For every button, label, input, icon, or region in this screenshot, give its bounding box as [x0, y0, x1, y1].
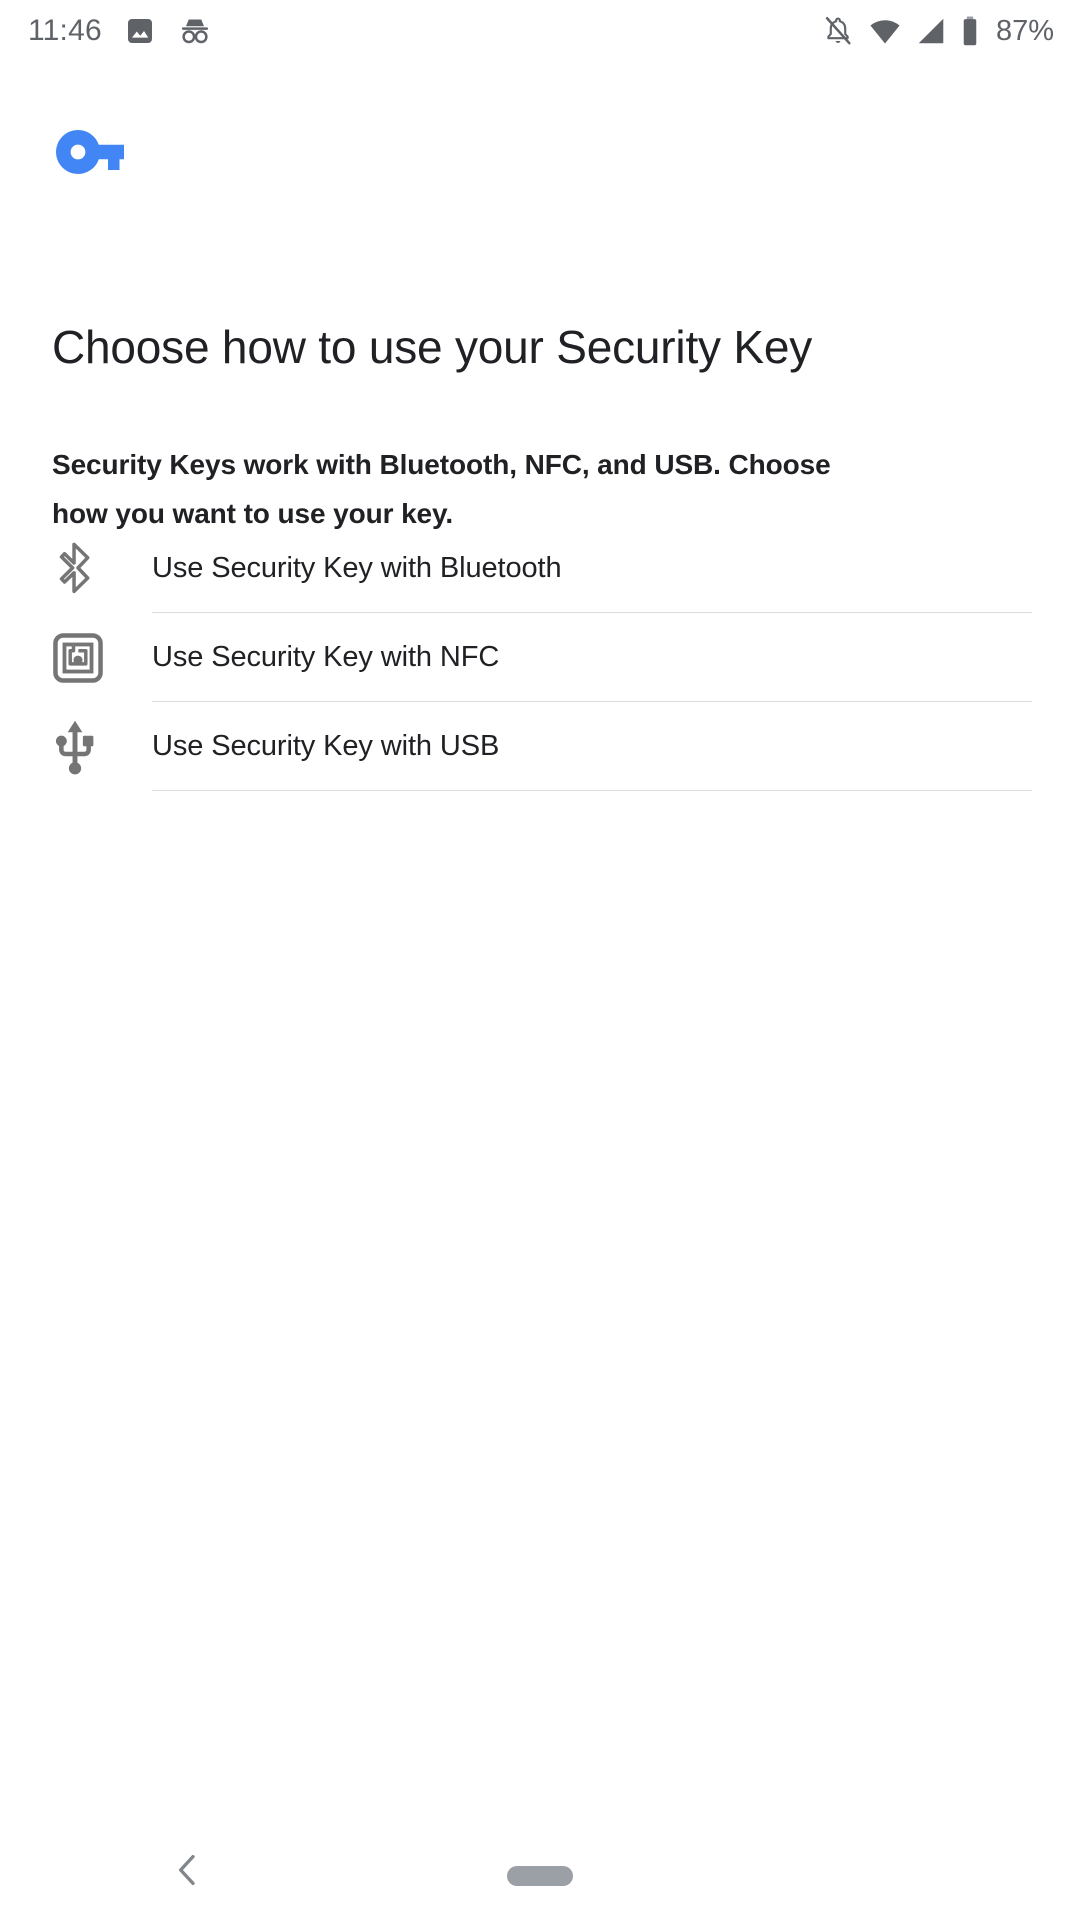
usb-icon [52, 719, 152, 775]
option-row-usb[interactable]: Use Security Key with USB [0, 702, 1080, 791]
incognito-icon [178, 15, 212, 47]
image-icon [124, 15, 156, 47]
option-label-nfc: Use Security Key with NFC [152, 641, 500, 673]
back-button[interactable] [168, 1850, 208, 1895]
nfc-icon [52, 632, 152, 684]
key-icon [52, 126, 126, 183]
wifi-icon [868, 16, 902, 46]
system-navigation-bar [0, 1824, 1080, 1920]
security-key-option-list: Use Security Key with Bluetooth Use Secu… [0, 524, 1080, 791]
option-divider [152, 790, 1032, 791]
status-bar: 11:46 87% [0, 0, 1080, 62]
option-row-bluetooth[interactable]: Use Security Key with Bluetooth [0, 524, 1080, 613]
page-title: Choose how to use your Security Key [52, 320, 813, 373]
option-label-usb: Use Security Key with USB [152, 730, 500, 762]
option-row-nfc[interactable]: Use Security Key with NFC [0, 613, 1080, 702]
notifications-off-icon [821, 14, 855, 48]
status-clock: 11:46 [28, 14, 102, 47]
battery-percent-label: 87% [995, 14, 1054, 47]
home-handle[interactable] [507, 1866, 573, 1886]
cellular-signal-icon [915, 16, 947, 46]
bluetooth-icon [52, 542, 152, 596]
option-label-bluetooth: Use Security Key with Bluetooth [152, 552, 562, 584]
status-bar-right: 87% [821, 14, 1054, 48]
status-bar-left: 11:46 [28, 15, 212, 47]
battery-icon [960, 15, 980, 47]
